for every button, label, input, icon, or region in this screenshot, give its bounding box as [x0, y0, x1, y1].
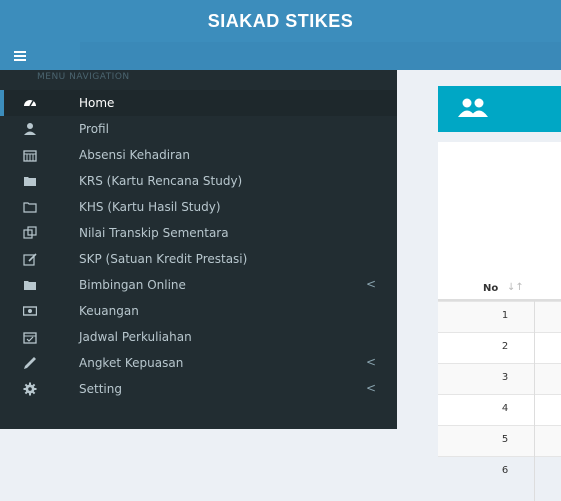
sidebar-item-angket[interactable]: Angket Kepuasan < — [0, 350, 397, 376]
money-icon — [22, 304, 38, 318]
navbar — [0, 42, 561, 70]
clone-icon — [23, 226, 37, 240]
sidebar-item-label: Jadwal Perkuliahan — [79, 330, 192, 344]
row-number: 6 — [501, 465, 509, 476]
user-icon — [23, 122, 37, 136]
sidebar-item-keuangan[interactable]: Keuangan — [0, 298, 397, 324]
main-content: No ↓↑ 1 2 3 4 5 6 — [397, 70, 561, 501]
chevron-left-icon: < — [366, 381, 377, 395]
brand-text: SIAKAD STIKES — [207, 11, 354, 31]
sidebar-item-label: Setting — [79, 382, 122, 396]
sidebar-item-khs[interactable]: KHS (Kartu Hasil Study) — [0, 194, 397, 220]
navbar-strip — [80, 42, 561, 70]
table-row: 3 — [438, 363, 561, 395]
calendar-icon — [23, 148, 37, 162]
sidebar-item-setting[interactable]: Setting < — [0, 376, 397, 402]
sidebar-item-label: Profil — [79, 122, 109, 136]
table-row: 2 — [438, 332, 561, 364]
calendar-check-icon — [23, 330, 37, 344]
sidebar-item-label: Keuangan — [79, 304, 139, 318]
row-number: 2 — [501, 341, 509, 352]
table-row: 4 — [438, 394, 561, 426]
sidebar-item-label: KHS (Kartu Hasil Study) — [79, 200, 221, 214]
row-number: 5 — [501, 434, 509, 445]
sidebar-item-label: Angket Kepuasan — [79, 356, 184, 370]
sidebar-item-absensi[interactable]: Absensi Kehadiran — [0, 142, 397, 168]
folder-icon — [23, 278, 37, 292]
info-box — [438, 86, 561, 132]
sidebar: MENU NAVIGATION Home Profil Absensi Keha… — [0, 70, 397, 429]
sidebar-item-label: Home — [79, 96, 115, 110]
sidebar-item-profil[interactable]: Profil — [0, 116, 397, 142]
table-row: 6 — [438, 456, 561, 488]
column-header-no[interactable]: No — [483, 283, 498, 294]
sort-icon[interactable]: ↓↑ — [507, 282, 524, 293]
edit-icon — [23, 252, 37, 266]
row-number: 3 — [501, 372, 509, 383]
row-number: 4 — [501, 403, 509, 414]
table-row: 1 — [438, 301, 561, 333]
sidebar-item-nilai-transkip[interactable]: Nilai Transkip Sementara — [0, 220, 397, 246]
sidebar-item-skp[interactable]: SKP (Satuan Kredit Prestasi) — [0, 246, 397, 272]
column-divider — [534, 301, 535, 501]
chevron-left-icon: < — [366, 277, 377, 291]
data-table-panel: No ↓↑ 1 2 3 4 5 6 — [438, 142, 561, 501]
gear-icon — [23, 382, 37, 396]
pencil-icon — [23, 356, 37, 370]
top-bar: SIAKAD STIKES — [0, 0, 561, 42]
sidebar-toggle-icon[interactable] — [14, 49, 26, 61]
table-row: 5 — [438, 425, 561, 457]
dashboard-icon — [23, 96, 37, 110]
sidebar-item-label: Bimbingan Online — [79, 278, 186, 292]
sidebar-item-bimbingan[interactable]: Bimbingan Online < — [0, 272, 397, 298]
sidebar-item-jadwal[interactable]: Jadwal Perkuliahan — [0, 324, 397, 350]
sidebar-item-label: SKP (Satuan Kredit Prestasi) — [79, 252, 248, 266]
row-number: 1 — [501, 310, 509, 321]
brand-logo[interactable]: SIAKAD STIKES — [0, 0, 561, 42]
file-icon — [23, 200, 37, 214]
folder-icon — [23, 174, 37, 188]
sidebar-item-label: Absensi Kehadiran — [79, 148, 190, 162]
sidebar-item-label: Nilai Transkip Sementara — [79, 226, 229, 240]
chevron-left-icon: < — [366, 355, 377, 369]
sidebar-item-home[interactable]: Home — [0, 90, 397, 116]
menu-header: MENU NAVIGATION — [37, 72, 130, 82]
sidebar-item-krs[interactable]: KRS (Kartu Rencana Study) — [0, 168, 397, 194]
users-icon — [458, 98, 488, 117]
sidebar-item-label: KRS (Kartu Rencana Study) — [79, 174, 243, 188]
table-header[interactable]: No ↓↑ — [438, 279, 561, 301]
